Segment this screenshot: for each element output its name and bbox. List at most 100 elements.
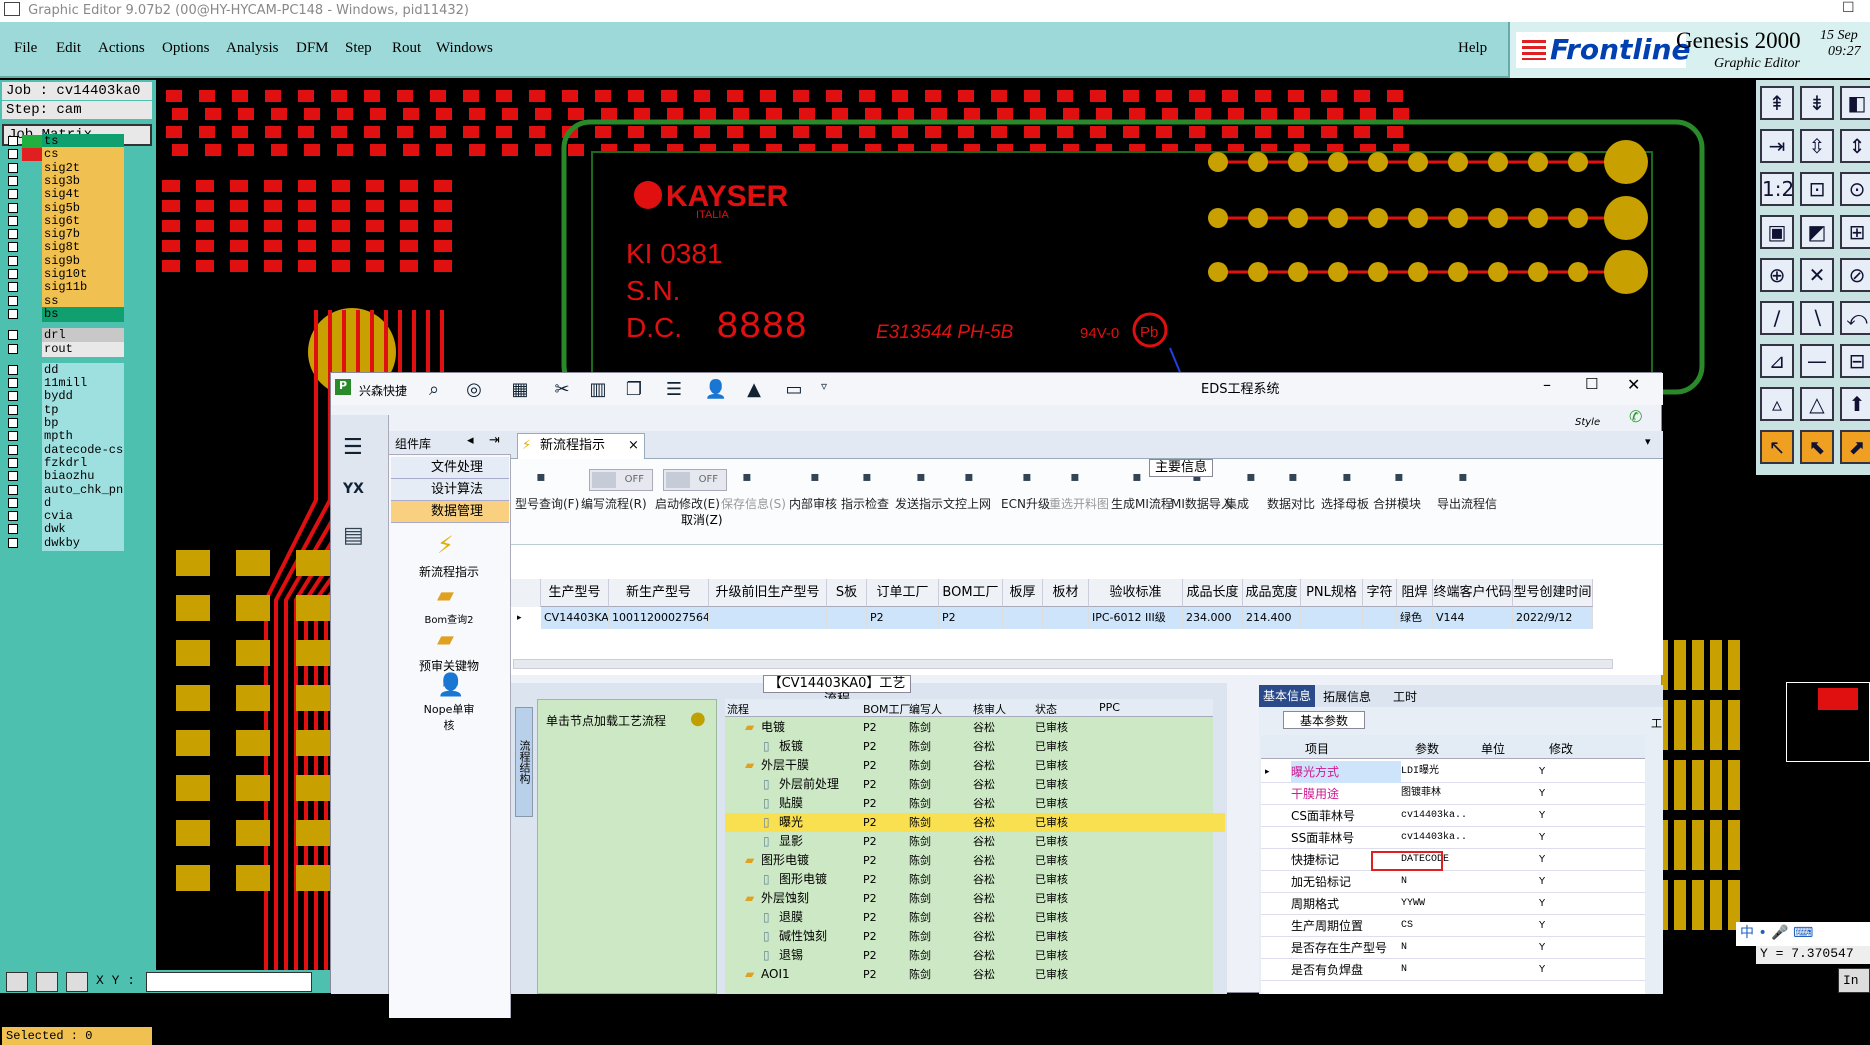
flow-row[interactable]: ▰ 电镀 P2 陈剑 谷松 已审核 [725, 718, 1225, 737]
layer-checkbox[interactable] [8, 364, 18, 375]
maximize-button[interactable]: ☐ [1842, 0, 1855, 16]
tool-button[interactable]: ⇳ [1800, 129, 1834, 163]
in-button[interactable]: In [1838, 968, 1870, 993]
column-header[interactable]: 板材 [1043, 579, 1089, 607]
basic-row[interactable]: CS面菲林号 cv14403ka... Y [1261, 805, 1645, 827]
layer-checkbox[interactable] [8, 404, 18, 415]
layer-checkbox[interactable] [8, 295, 18, 306]
column-header[interactable]: 订单工厂 [867, 579, 939, 607]
restore-button[interactable]: ☐ [1585, 375, 1598, 393]
basic-modify[interactable]: Y [1539, 849, 1545, 871]
monitor-icon[interactable]: ▭ [781, 379, 807, 401]
category-data[interactable]: 数据管理 [391, 501, 509, 523]
menu-windows[interactable]: Windows [436, 40, 493, 57]
tool-nope-review[interactable]: Nope单审核 [419, 701, 479, 733]
flow-row[interactable]: ▰ 图形电镀 P2 陈剑 谷松 已审核 [725, 851, 1225, 870]
ribbon-button[interactable]: ECN升级 [1001, 495, 1050, 512]
grid-cell[interactable] [709, 607, 827, 629]
ribbon-button[interactable]: 选择母板 [1321, 495, 1369, 512]
basic-value[interactable]: N [1401, 871, 1467, 893]
ribbon-button[interactable]: 生成MI流程 [1111, 495, 1173, 512]
tab-basic-info[interactable]: 基本信息 [1259, 685, 1315, 707]
bottom-tool-1[interactable] [6, 972, 28, 992]
basic-row[interactable]: SS面菲林号 cv14403ka... Y [1261, 827, 1645, 849]
basic-modify[interactable]: Y [1539, 893, 1545, 915]
category-design[interactable]: 设计算法 [391, 479, 509, 501]
collapse-icon[interactable]: ◂ [467, 433, 474, 448]
layer-row[interactable]: bs [4, 306, 124, 322]
ribbon-button[interactable]: MI数据导入 [1171, 495, 1233, 512]
layer-checkbox[interactable] [8, 282, 18, 293]
flow-col-header[interactable]: 编写人 [909, 701, 942, 717]
overflow-icon[interactable]: ▿ [811, 379, 837, 401]
bottom-tool-3[interactable] [66, 972, 88, 992]
toggle-switch[interactable]: OFF [589, 469, 653, 491]
grid-cell[interactable] [1363, 607, 1397, 629]
ribbon-button[interactable]: 文控上网 [943, 495, 991, 512]
layer-checkbox[interactable] [8, 524, 18, 535]
flow-row[interactable]: ▯ 碱性蚀刻 P2 陈剑 谷松 已审核 [725, 927, 1225, 946]
column-header[interactable]: 升级前旧生产型号 [709, 579, 827, 607]
xy-input[interactable] [146, 972, 312, 992]
user-icon[interactable]: 👤 [703, 379, 729, 401]
bottom-tool-2[interactable] [36, 972, 58, 992]
layer-checkbox[interactable] [8, 215, 18, 226]
grid-cell[interactable] [1003, 607, 1043, 629]
menu-help[interactable]: Help [1458, 40, 1487, 57]
layer-checkbox[interactable] [8, 537, 18, 548]
layer-checkbox[interactable] [8, 378, 18, 389]
basic-value[interactable]: cv14403ka... [1401, 805, 1467, 827]
ribbon-button[interactable]: 合拼模块 [1373, 495, 1421, 512]
tool-button[interactable]: ⬉ [1800, 430, 1834, 464]
grid-cell[interactable] [1301, 607, 1363, 629]
grid-cell[interactable]: 2022/9/12 [1513, 607, 1593, 629]
flow-row[interactable]: ▯ 曝光 P2 陈剑 谷松 已审核 [725, 813, 1225, 832]
copy-icon[interactable]: ❐ [621, 379, 647, 401]
layer-checkbox[interactable] [8, 471, 18, 482]
layer-checkbox[interactable] [8, 175, 18, 186]
tool-button[interactable]: ⊘ [1840, 258, 1870, 292]
layer-checkbox[interactable] [8, 162, 18, 173]
menu-dfm[interactable]: DFM [296, 40, 329, 57]
basic-row[interactable]: 干膜用途 图镀菲林 Y [1261, 783, 1645, 805]
style-menu[interactable]: Style [1575, 417, 1600, 428]
tab-close-icon[interactable]: × [628, 434, 639, 458]
film-icon[interactable]: ▥ [585, 379, 611, 401]
tool-button[interactable]: ⊡ [1800, 172, 1834, 206]
column-header[interactable]: 成品宽度 [1243, 579, 1301, 607]
column-header[interactable]: 型号创建时间 [1513, 579, 1593, 607]
basic-modify[interactable]: Y [1539, 805, 1545, 827]
column-header[interactable]: 验收标准 [1089, 579, 1183, 607]
disc-icon[interactable]: ◎ [461, 379, 487, 401]
layer-checkbox[interactable] [8, 457, 18, 468]
grid-cell[interactable] [827, 607, 867, 629]
ribbon-button[interactable]: 发送指示 [895, 495, 943, 512]
close-button[interactable]: ✕ [1627, 375, 1640, 394]
layer-checkbox[interactable] [8, 444, 18, 455]
basic-col-header[interactable]: 修改 [1549, 740, 1573, 757]
tool-button[interactable]: ∖ [1800, 301, 1834, 335]
basic-col-header[interactable]: 项目 [1305, 740, 1329, 757]
ribbon-button[interactable]: 数据对比 [1267, 495, 1315, 512]
basic-modify[interactable]: Y [1539, 871, 1545, 893]
layer-checkbox[interactable] [8, 484, 18, 495]
basic-modify[interactable]: Y [1539, 959, 1545, 981]
menu-file[interactable]: File [14, 40, 37, 57]
tool-button[interactable]: ◧ [1840, 86, 1870, 120]
basic-row[interactable]: 是否有负焊盘 N Y [1261, 959, 1645, 981]
menu-step[interactable]: Step [345, 40, 372, 57]
tool-button[interactable]: △ [1800, 387, 1834, 421]
flow-col-header[interactable]: 核审人 [973, 701, 1006, 717]
flow-row[interactable]: ▯ 贴膜 P2 陈剑 谷松 已审核 [725, 794, 1225, 813]
tool-button[interactable]: ▵ [1760, 387, 1794, 421]
sidebar-logo[interactable]: YX [343, 481, 364, 497]
tool-button[interactable]: ⊕ [1760, 258, 1794, 292]
tab-new-flow[interactable]: ⚡ 新流程指示 × [517, 433, 645, 459]
grid-cell[interactable]: IPC-6012 III级 [1089, 607, 1183, 629]
flow-row[interactable]: ▯ 退膜 P2 陈剑 谷松 已审核 [725, 908, 1225, 927]
column-header[interactable]: 终端客户代码 [1433, 579, 1513, 607]
ribbon-button[interactable]: 重选开料图 [1049, 495, 1109, 512]
basic-value[interactable]: N [1401, 959, 1467, 981]
layer-checkbox[interactable] [8, 511, 18, 522]
basic-modify[interactable]: Y [1539, 915, 1545, 937]
